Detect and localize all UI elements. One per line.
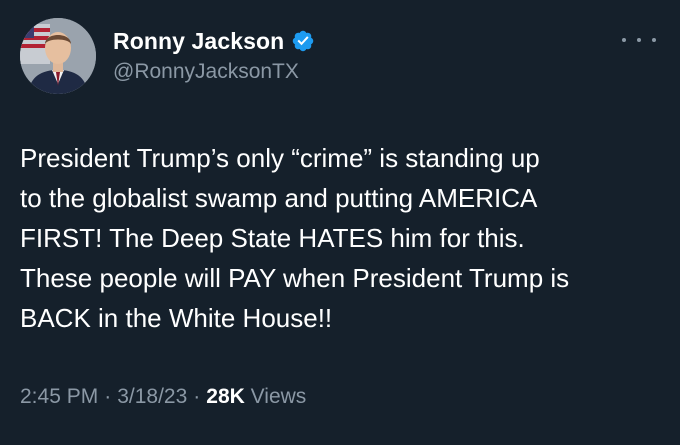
tweet-text-line: These people will PAY when President Tru… xyxy=(20,263,570,293)
tweet-date[interactable]: 3/18/23 xyxy=(117,385,187,408)
more-dot xyxy=(652,38,656,42)
meta-separator: · xyxy=(193,385,201,408)
views-count[interactable]: 28K xyxy=(206,385,245,408)
avatar[interactable] xyxy=(20,18,96,94)
views-label: Views xyxy=(250,385,307,408)
tweet-time[interactable]: 2:45 PM xyxy=(20,385,98,408)
tweet-text-line: President Trump’s only “crime” is standi… xyxy=(20,143,540,173)
more-dot xyxy=(622,38,626,42)
meta-separator: · xyxy=(104,385,112,408)
tweet-text-line: FIRST! The Deep State HATES him for this… xyxy=(20,223,525,253)
author-handle[interactable]: @RonnyJacksonTX xyxy=(113,60,299,84)
tweet-card: Ronny Jackson @RonnyJacksonTX President … xyxy=(0,0,680,445)
verified-badge-icon xyxy=(293,30,314,52)
tweet-text-line: to the globalist swamp and putting AMERI… xyxy=(20,183,538,213)
author-display-name[interactable]: Ronny Jackson xyxy=(113,28,284,55)
tweet-text-line: BACK in the White House!! xyxy=(20,303,333,333)
tweet-text: President Trump’s only “crime” is standi… xyxy=(20,138,660,338)
more-dot xyxy=(637,38,641,42)
more-options-icon[interactable] xyxy=(622,33,656,47)
profile-photo xyxy=(20,18,96,94)
tweet-meta: 2:45 PM · 3/18/23 · 28K Views xyxy=(20,385,306,409)
author-name-row: Ronny Jackson xyxy=(113,26,315,56)
